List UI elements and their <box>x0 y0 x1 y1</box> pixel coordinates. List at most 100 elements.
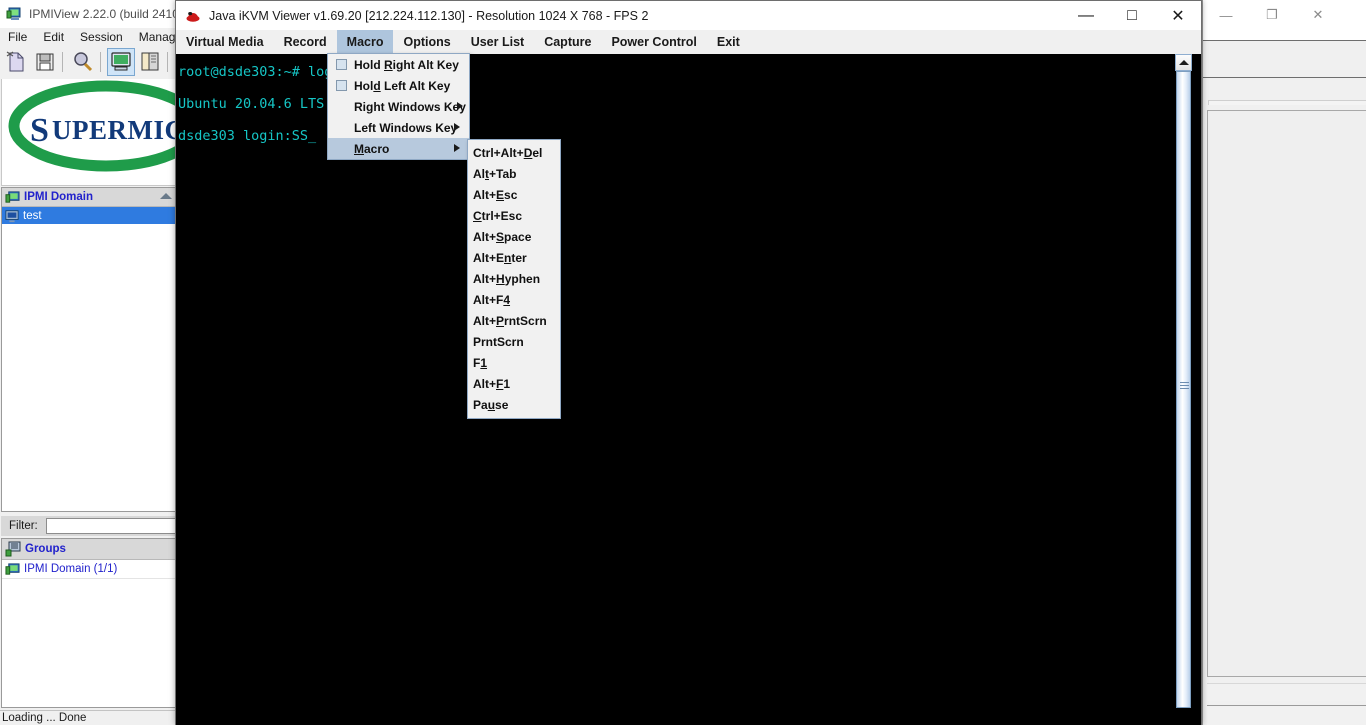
background-close-button[interactable]: ✕ <box>1295 0 1341 30</box>
red-hat-icon <box>185 8 201 24</box>
menu-exit[interactable]: Exit <box>707 30 750 54</box>
ipmi-domain-tree: IPMI Domain test <box>1 187 177 512</box>
monitor-icon <box>5 209 19 223</box>
scrollbar-track[interactable] <box>1175 71 1192 725</box>
ikvm-title-text: Java iKVM Viewer v1.69.20 [212.224.112.1… <box>209 9 648 23</box>
background-window: — ❐ ✕ <box>1202 0 1366 725</box>
kvm-vertical-scrollbar[interactable] <box>1175 54 1192 725</box>
groups-header[interactable]: Groups <box>2 539 176 560</box>
screen-root: — ❐ ✕ IPMIView 2.22.0 (build 24101 Fil <box>0 0 1366 725</box>
submenu-item-alt-f1[interactable]: Alt+F1 <box>468 373 560 394</box>
ipmi-menu-session[interactable]: Session <box>72 29 131 45</box>
checkbox-unchecked-icon[interactable] <box>336 59 347 70</box>
ipmiview-menubar: File Edit Session Manage <box>0 28 178 46</box>
domain-icon <box>5 562 20 577</box>
menu-item-hold-left-alt-key[interactable]: Hold Left Alt Key <box>328 75 469 96</box>
background-statusbar <box>1207 705 1366 725</box>
scroll-up-arrow-icon[interactable] <box>1175 54 1192 71</box>
background-window-titlebar: — ❐ ✕ <box>1203 0 1366 41</box>
save-floppy-icon[interactable] <box>32 49 58 75</box>
menu-item-left-windows-key[interactable]: Left Windows Key <box>328 117 469 138</box>
submenu-item-label: Alt+PrntScrn <box>473 314 547 328</box>
menu-virtual-media[interactable]: Virtual Media <box>176 30 274 54</box>
background-restore-button[interactable]: ❐ <box>1249 0 1295 30</box>
supermicro-logo: S UPERMICR <box>1 79 177 186</box>
toolbar-separator <box>167 52 168 72</box>
menu-item-right-windows-key[interactable]: Right Windows Key <box>328 96 469 117</box>
menu-item-hold-right-alt-key[interactable]: Hold Right Alt Key <box>328 54 469 75</box>
menu-item-macro[interactable]: Macro <box>328 138 469 159</box>
submenu-item-label: Alt+Tab <box>473 167 516 181</box>
toolbar-separator <box>100 52 101 72</box>
group-row-label: IPMI Domain (1/1) <box>24 563 117 575</box>
server-icon[interactable] <box>137 49 163 75</box>
ipmi-menu-file[interactable]: File <box>0 29 35 45</box>
submenu-item-label: Alt+F1 <box>473 377 510 391</box>
background-inner-frame-top <box>1208 100 1366 105</box>
menu-capture[interactable]: Capture <box>534 30 601 54</box>
ipmi-domain-tree-header[interactable]: IPMI Domain <box>2 188 176 207</box>
background-panel-toolbar <box>1203 41 1366 78</box>
menu-user-list[interactable]: User List <box>461 30 535 54</box>
menu-item-label: Macro <box>354 142 389 156</box>
ipmiview-title-text: IPMIView 2.22.0 (build 24101 <box>29 7 178 21</box>
minimize-button[interactable]: — <box>1063 1 1109 30</box>
sort-ascending-icon[interactable] <box>160 193 172 199</box>
submenu-item-label: Pause <box>473 398 508 412</box>
checkbox-unchecked-icon[interactable] <box>336 80 347 91</box>
ipmi-menu-edit[interactable]: Edit <box>35 29 72 45</box>
tree-row[interactable]: test <box>2 207 176 224</box>
submenu-item-label: Alt+Hyphen <box>473 272 540 286</box>
ikvm-menubar: Virtual Media Record Macro Options User … <box>176 30 1201 54</box>
close-button[interactable]: ✕ <box>1155 1 1201 30</box>
tree-row-label: test <box>23 210 42 222</box>
submenu-item-label: Alt+F4 <box>473 293 510 307</box>
submenu-item-pause[interactable]: Pause <box>468 394 560 415</box>
filter-label: Filter: <box>1 520 46 532</box>
ikvm-titlebar[interactable]: Java iKVM Viewer v1.69.20 [212.224.112.1… <box>176 1 1201 30</box>
groups-label: Groups <box>25 543 66 555</box>
submenu-item-ctrl-esc[interactable]: Ctrl+Esc <box>468 205 560 226</box>
magnifier-icon[interactable] <box>70 49 96 75</box>
kvm-console-icon[interactable] <box>108 49 134 75</box>
submenu-item-alt-f4[interactable]: Alt+F4 <box>468 289 560 310</box>
maximize-button[interactable]: □ <box>1109 1 1155 30</box>
submenu-item-alt-esc[interactable]: Alt+Esc <box>468 184 560 205</box>
submenu-item-prntscrn[interactable]: PrntScrn <box>468 331 560 352</box>
ikvm-window-controls: — □ ✕ <box>1063 1 1201 30</box>
submenu-item-ctrl-alt-del[interactable]: Ctrl+Alt+Del <box>468 142 560 163</box>
groups-panel: Groups IPMI Domain (1/1) <box>1 538 177 708</box>
chevron-right-icon <box>454 144 460 152</box>
menu-record[interactable]: Record <box>274 30 337 54</box>
submenu-item-label: Alt+Esc <box>473 188 517 202</box>
submenu-item-alt-hyphen[interactable]: Alt+Hyphen <box>468 268 560 289</box>
macro-submenu: Ctrl+Alt+Del Alt+Tab Alt+Esc Ctrl+Esc Al… <box>467 139 561 419</box>
submenu-item-alt-space[interactable]: Alt+Space <box>468 226 560 247</box>
macro-dropdown-menu: Hold Right Alt Key Hold Left Alt Key Rig… <box>327 53 470 160</box>
kvm-console-text: root@dsde303:~# log Ubuntu 20.04.6 LTS d… <box>178 56 332 152</box>
console-line-2: Ubuntu 20.04.6 LTS <box>178 96 324 112</box>
ipmi-menu-manage[interactable]: Manage <box>131 29 178 45</box>
background-inner-content <box>1207 110 1366 677</box>
background-inner-strip <box>1207 683 1366 701</box>
list-item[interactable]: IPMI Domain (1/1) <box>2 560 176 579</box>
background-minimize-button[interactable]: — <box>1203 0 1249 30</box>
computer-monitor-icon <box>6 6 22 22</box>
chevron-right-icon <box>454 123 460 131</box>
submenu-item-alt-enter[interactable]: Alt+Enter <box>468 247 560 268</box>
scrollbar-thumb[interactable] <box>1176 71 1191 708</box>
menu-macro[interactable]: Macro <box>337 30 394 54</box>
menu-item-label: Right Windows Key <box>354 100 466 114</box>
new-document-icon[interactable] <box>3 49 29 75</box>
scrollbar-grip-icon <box>1180 382 1189 389</box>
menu-item-label: Left Windows Key <box>354 121 457 135</box>
svg-text:UPERMICR: UPERMICR <box>52 115 177 145</box>
menu-item-label: Hold Left Alt Key <box>354 79 450 93</box>
toolbar-separator <box>62 52 63 72</box>
menu-power-control[interactable]: Power Control <box>601 30 706 54</box>
submenu-item-alt-tab[interactable]: Alt+Tab <box>468 163 560 184</box>
submenu-item-alt-prntscrn[interactable]: Alt+PrntScrn <box>468 310 560 331</box>
submenu-item-f1[interactable]: F1 <box>468 352 560 373</box>
menu-options[interactable]: Options <box>393 30 460 54</box>
menu-item-label: Hold Right Alt Key <box>354 58 459 72</box>
